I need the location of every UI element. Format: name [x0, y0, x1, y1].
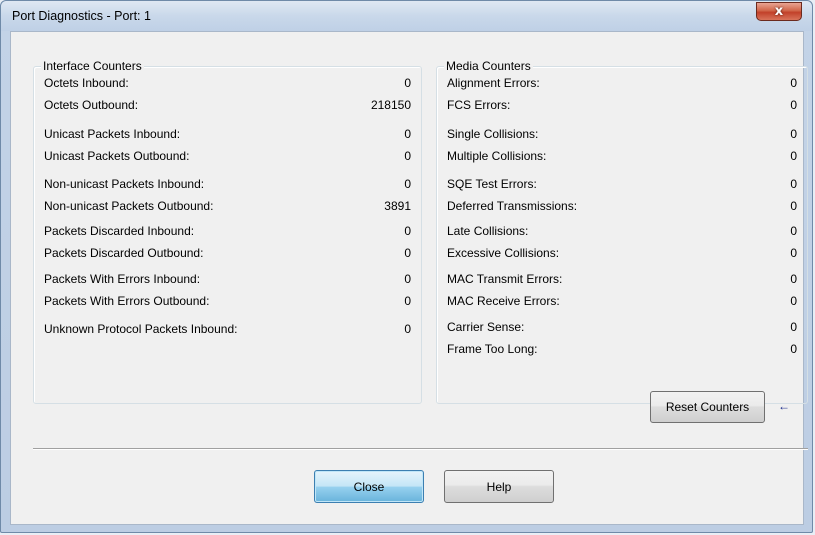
counter-row: SQE Test Errors: 0: [447, 176, 797, 192]
arrow-left-icon: ←: [778, 399, 790, 413]
counter-value: 0: [790, 98, 797, 112]
counter-value: 0: [404, 294, 411, 308]
counter-row: Deferred Transmissions: 0: [447, 198, 797, 214]
window-close-button[interactable]: x: [756, 2, 802, 21]
close-icon: x: [774, 4, 784, 19]
counter-label: Frame Too Long:: [447, 342, 538, 356]
counter-value: 0: [404, 246, 411, 260]
counter-label: SQE Test Errors:: [447, 177, 537, 191]
counter-label: Non-unicast Packets Outbound:: [44, 199, 214, 213]
counter-label: Alignment Errors:: [447, 76, 540, 90]
dialog-window: Port Diagnostics - Port: 1 x Interface C…: [0, 0, 813, 533]
dialog-client-area: Interface Counters Octets Inbound: 0 Oct…: [10, 31, 808, 525]
counter-value: 0: [404, 177, 411, 191]
counter-label: Late Collisions:: [447, 224, 529, 238]
separator: [33, 448, 808, 450]
interface-counters-group: Interface Counters Octets Inbound: 0 Oct…: [33, 59, 422, 404]
help-button[interactable]: Help: [444, 470, 554, 503]
counter-value: 0: [790, 76, 797, 90]
counter-value: 0: [790, 149, 797, 163]
counter-row: Single Collisions: 0: [447, 126, 797, 142]
title-bar[interactable]: Port Diagnostics - Port: 1 x: [1, 1, 812, 31]
counter-row: Carrier Sense: 0: [447, 319, 797, 335]
reset-counters-button[interactable]: Reset Counters: [650, 391, 765, 423]
counter-row: Non-unicast Packets Outbound: 3891: [44, 198, 411, 214]
counter-label: Unicast Packets Outbound:: [44, 149, 190, 163]
counter-label: Carrier Sense:: [447, 320, 525, 334]
counter-row: Unicast Packets Outbound: 0: [44, 148, 411, 164]
counter-value: 0: [404, 76, 411, 90]
counter-label: Packets Discarded Inbound:: [44, 224, 195, 238]
counter-label: Octets Outbound:: [44, 98, 139, 112]
counter-row: FCS Errors: 0: [447, 97, 797, 113]
counter-row: Packets Discarded Inbound: 0: [44, 223, 411, 239]
counter-value: 0: [404, 149, 411, 163]
media-counters-legend: Media Counters: [444, 59, 533, 73]
counter-row: MAC Transmit Errors: 0: [447, 271, 797, 287]
counter-label: Packets With Errors Inbound:: [44, 272, 201, 286]
counter-value: 0: [790, 224, 797, 238]
counter-label: Unknown Protocol Packets Inbound:: [44, 322, 238, 336]
counter-value: 0: [404, 127, 411, 141]
counter-value: 0: [790, 199, 797, 213]
counter-label: Packets Discarded Outbound:: [44, 246, 204, 260]
counter-row: Late Collisions: 0: [447, 223, 797, 239]
counter-label: FCS Errors:: [447, 98, 511, 112]
media-counters-group: Media Counters Alignment Errors: 0 FCS E…: [436, 59, 808, 404]
counter-row: Non-unicast Packets Inbound: 0: [44, 176, 411, 192]
counter-label: Octets Inbound:: [44, 76, 129, 90]
counter-row: Multiple Collisions: 0: [447, 148, 797, 164]
window-title: Port Diagnostics - Port: 1: [12, 9, 151, 23]
close-button[interactable]: Close: [314, 470, 424, 503]
counter-label: Single Collisions:: [447, 127, 539, 141]
counter-value: 218150: [370, 98, 411, 112]
counter-row: Packets With Errors Outbound: 0: [44, 293, 411, 309]
counter-label: Packets With Errors Outbound:: [44, 294, 210, 308]
counter-row: Octets Inbound: 0: [44, 75, 411, 91]
counter-row: Octets Outbound: 218150: [44, 97, 411, 113]
counter-value: 0: [790, 342, 797, 356]
counter-row: Packets Discarded Outbound: 0: [44, 245, 411, 261]
counter-value: 0: [404, 272, 411, 286]
counter-row: Unknown Protocol Packets Inbound: 0: [44, 321, 411, 337]
counter-value: 0: [790, 294, 797, 308]
counter-label: Non-unicast Packets Inbound:: [44, 177, 205, 191]
counter-value: 0: [790, 272, 797, 286]
counter-row: MAC Receive Errors: 0: [447, 293, 797, 309]
counter-label: Excessive Collisions:: [447, 246, 560, 260]
counter-label: Multiple Collisions:: [447, 149, 547, 163]
counter-row: Packets With Errors Inbound: 0: [44, 271, 411, 287]
counter-value: 0: [404, 322, 411, 336]
counter-value: 3891: [384, 199, 411, 213]
counter-row: Alignment Errors: 0: [447, 75, 797, 91]
counter-label: MAC Receive Errors:: [447, 294, 560, 308]
counter-row: Frame Too Long: 0: [447, 341, 797, 357]
counter-value: 0: [790, 177, 797, 191]
interface-counters-legend: Interface Counters: [41, 59, 144, 73]
counter-label: MAC Transmit Errors:: [447, 272, 563, 286]
counter-label: Deferred Transmissions:: [447, 199, 578, 213]
counter-label: Unicast Packets Inbound:: [44, 127, 181, 141]
counter-row: Unicast Packets Inbound: 0: [44, 126, 411, 142]
counter-row: Excessive Collisions: 0: [447, 245, 797, 261]
counter-value: 0: [790, 127, 797, 141]
counter-value: 0: [790, 246, 797, 260]
counter-value: 0: [404, 224, 411, 238]
counter-value: 0: [790, 320, 797, 334]
